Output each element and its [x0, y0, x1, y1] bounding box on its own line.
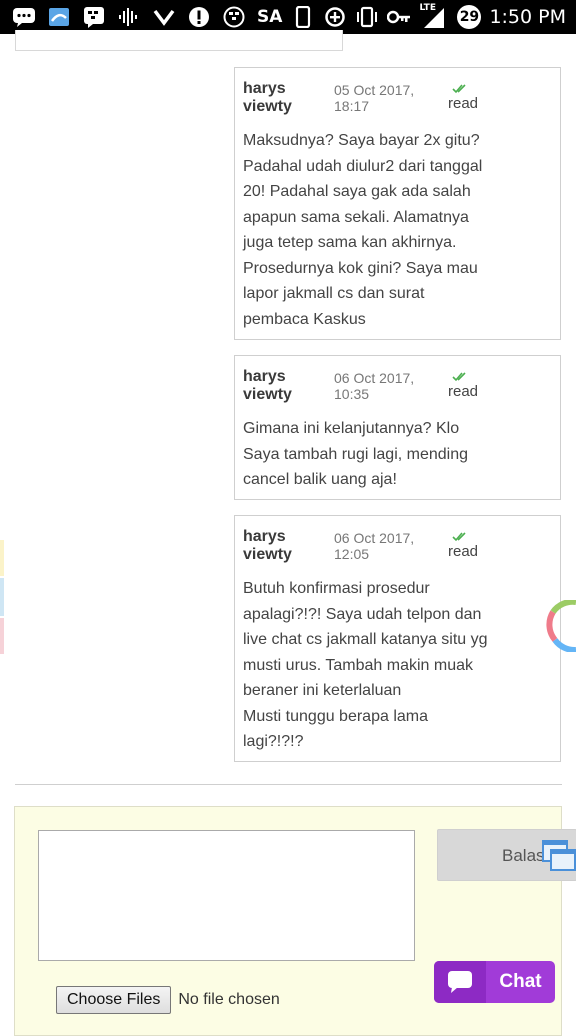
window-stack-icon [542, 840, 576, 871]
bbm-circle-icon [222, 6, 246, 28]
message-body: Gimana ini kelanjutannya? Klo Saya tamba… [243, 420, 469, 488]
message-date: 06 Oct 2017, 10:35 [334, 370, 415, 402]
section-divider [15, 784, 562, 785]
message-body: Maksudnya? Saya bayar 2x gitu? Padahal u… [243, 132, 483, 328]
clock: 1:50 PM [489, 6, 566, 28]
message-author: harys viewty [243, 528, 292, 563]
key-icon [387, 6, 411, 28]
status-bar: SA LTE 29 1:50 PM [0, 0, 576, 34]
browser-icon [47, 6, 71, 28]
chat-label: Chat [499, 971, 542, 992]
read-status: read [448, 543, 479, 560]
edge-decoration [0, 540, 4, 576]
read-status: read [448, 383, 479, 400]
bbm-icon [82, 6, 106, 28]
message-body: Butuh konfirmasi prosedur apalagi?!?! Sa… [243, 580, 488, 750]
messenger-icon [12, 6, 36, 28]
message-card: harys viewty 05 Oct 2017, 18:17 read Mak… [234, 67, 561, 340]
data-saver-icon [323, 6, 347, 28]
message-card: harys viewty 06 Oct 2017, 10:35 read Gim… [234, 355, 561, 500]
message-author: harys viewty [243, 80, 292, 115]
notification-count-badge: 29 [457, 5, 482, 29]
signal-icon: LTE [419, 3, 449, 28]
previous-card [15, 30, 343, 51]
file-status-text: No file chosen [178, 991, 280, 1008]
file-upload: Choose Files No file chosen [56, 986, 280, 1014]
loading-spinner-icon [546, 600, 576, 652]
network-type: LTE [419, 3, 436, 13]
chat-bubble-icon [434, 961, 486, 1003]
double-check-icon [452, 372, 466, 382]
alert-icon [187, 6, 211, 28]
chat-widget-button[interactable]: Chat [434, 961, 555, 1003]
message-date: 05 Oct 2017, 18:17 [334, 82, 415, 114]
phone-icon [291, 6, 315, 28]
choose-files-button[interactable]: Choose Files [56, 986, 172, 1014]
message-card: harys viewty 06 Oct 2017, 12:05 read But… [234, 515, 561, 762]
edge-decoration [0, 618, 4, 654]
double-check-icon [452, 84, 466, 94]
reply-textarea[interactable] [38, 830, 415, 961]
read-status: read [448, 95, 479, 112]
carrier-text: SA [257, 7, 283, 27]
voice-icon [117, 6, 141, 28]
edge-decoration [0, 578, 4, 616]
chevron-down-icon [152, 6, 176, 28]
vibrate-icon [355, 6, 379, 28]
message-date: 06 Oct 2017, 12:05 [334, 530, 415, 562]
message-author: harys viewty [243, 368, 292, 403]
double-check-icon [452, 532, 466, 542]
